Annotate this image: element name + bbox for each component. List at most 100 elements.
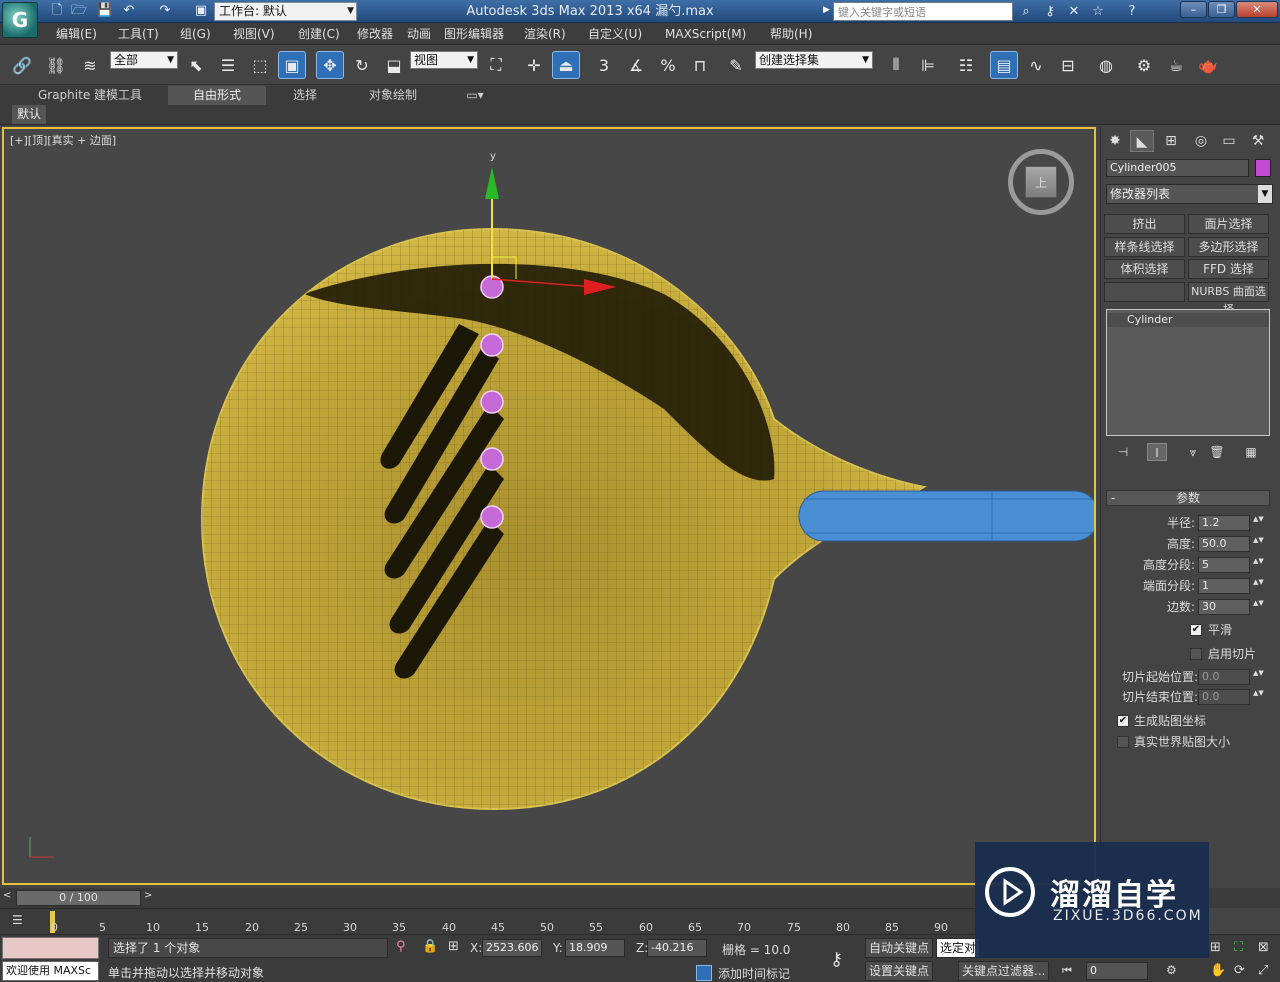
- pin-stack-icon[interactable]: ⊣: [1113, 443, 1133, 461]
- open-file-icon[interactable]: 🗁: [70, 3, 88, 19]
- viewport-top[interactable]: [+][顶][真实 + 边面] y 上: [2, 127, 1096, 885]
- schematic-view-icon[interactable]: ⊟: [1054, 51, 1082, 79]
- create-panel-icon[interactable]: ✸: [1103, 130, 1127, 152]
- real-world-checkbox[interactable]: [1117, 736, 1129, 748]
- utilities-panel-icon[interactable]: ⚒: [1246, 130, 1270, 152]
- show-end-result-icon[interactable]: I: [1147, 443, 1167, 461]
- motion-panel-icon[interactable]: ◎: [1189, 130, 1213, 152]
- project-folder-icon[interactable]: ▣: [192, 3, 210, 19]
- select-by-name-icon[interactable]: ☰: [214, 51, 242, 79]
- display-panel-icon[interactable]: ▭: [1217, 130, 1241, 152]
- ribbon-options-icon[interactable]: ▭▾: [460, 86, 490, 105]
- undo-icon[interactable]: ↶: [120, 3, 138, 19]
- modifier-list-dropdown[interactable]: 修改器列表 ▼: [1106, 184, 1273, 204]
- extrude-button[interactable]: 挤出: [1104, 214, 1185, 234]
- nurbs-select-button[interactable]: NURBS 曲面选择: [1188, 282, 1269, 316]
- window-crossing-icon[interactable]: ▣: [278, 51, 306, 79]
- keyboard-shortcut-icon[interactable]: ⏏: [552, 51, 580, 79]
- rect-selection-icon[interactable]: ⬚: [246, 51, 274, 79]
- time-config-icon[interactable]: ⚙: [1166, 963, 1177, 977]
- named-selection-dropdown[interactable]: 创建选择集 ▼: [755, 51, 873, 69]
- y-coord-field[interactable]: 18.909: [565, 939, 625, 957]
- menu-customize[interactable]: 自定义(U): [588, 23, 642, 45]
- save-file-icon[interactable]: 💾: [96, 3, 114, 19]
- mini-curve-icon[interactable]: ☰: [12, 913, 30, 929]
- new-file-icon[interactable]: 🗋: [48, 3, 66, 19]
- selection-filter-dropdown[interactable]: 全部 ▼: [110, 51, 178, 69]
- height-field[interactable]: 50.0: [1198, 536, 1250, 552]
- menu-edit[interactable]: 编辑(E): [56, 23, 97, 45]
- height-segs-spinner-icon[interactable]: ▲▼: [1253, 557, 1264, 573]
- orbit-icon[interactable]: ⟳: [1234, 963, 1245, 978]
- zoom-all-icon[interactable]: ⊞: [1210, 940, 1221, 955]
- render-setup-icon[interactable]: ⚙: [1130, 51, 1158, 79]
- maxscript-listener[interactable]: [2, 937, 99, 959]
- auto-key-button[interactable]: 自动关键点: [865, 938, 934, 958]
- tab-selection[interactable]: 选择: [270, 86, 340, 105]
- spinner-snap-icon[interactable]: ⊓: [686, 51, 714, 79]
- pivot-center-icon[interactable]: ⛶: [482, 51, 510, 79]
- viewcube[interactable]: 上: [1008, 149, 1074, 215]
- help-icon[interactable]: ?: [1122, 3, 1142, 20]
- params-rollout-header[interactable]: - 参数: [1106, 490, 1270, 506]
- current-frame-field[interactable]: 0: [1086, 962, 1148, 980]
- radius-field[interactable]: 1.2: [1198, 515, 1250, 531]
- menu-create[interactable]: 创建(C): [298, 23, 340, 45]
- mirror-icon[interactable]: ⫴: [882, 51, 910, 79]
- edit-named-sel-icon[interactable]: ✎: [722, 51, 750, 79]
- slice-from-field[interactable]: 0.0: [1198, 669, 1250, 685]
- hierarchy-panel-icon[interactable]: ⊞: [1159, 130, 1183, 152]
- vol-select-button[interactable]: 体积选择: [1104, 259, 1185, 279]
- ref-coord-dropdown[interactable]: 视图 ▼: [410, 51, 478, 69]
- close-button[interactable]: ✕: [1236, 1, 1278, 18]
- modify-panel-icon[interactable]: ◣: [1130, 130, 1154, 152]
- menu-modifiers[interactable]: 修改器: [357, 23, 393, 45]
- select-manipulate-icon[interactable]: ✛: [520, 51, 548, 79]
- ribbon-default-label[interactable]: 默认: [12, 105, 47, 124]
- time-tag-icon[interactable]: [696, 965, 712, 981]
- absolute-mode-icon[interactable]: ⊞: [448, 939, 459, 954]
- align-icon[interactable]: ⊫: [914, 51, 942, 79]
- sides-field[interactable]: 30: [1198, 599, 1250, 615]
- height-segs-field[interactable]: 5: [1198, 557, 1250, 573]
- time-slider[interactable]: 0 / 100: [16, 890, 141, 906]
- unlink-icon[interactable]: ⛓: [42, 51, 70, 79]
- remove-modifier-icon[interactable]: 🗑: [1207, 443, 1227, 461]
- key-mode-icon[interactable]: ⚷: [830, 949, 843, 970]
- star-icon[interactable]: ☆: [1088, 3, 1108, 20]
- binoculars-icon[interactable]: ⌕: [1016, 3, 1036, 20]
- empty-mod-button[interactable]: [1104, 282, 1185, 302]
- key-filters-button[interactable]: 关键点过滤器...: [958, 961, 1050, 981]
- rendered-frame-icon[interactable]: ☕: [1162, 51, 1190, 79]
- bind-space-warp-icon[interactable]: ≋: [76, 51, 104, 79]
- x-coord-field[interactable]: 2523.606: [482, 939, 542, 957]
- modifier-stack[interactable]: Cylinder: [1106, 309, 1270, 436]
- prev-frame-icon[interactable]: <: [3, 890, 11, 901]
- configure-sets-icon[interactable]: ▦: [1241, 443, 1261, 461]
- curve-editor-icon[interactable]: ∿: [1022, 51, 1050, 79]
- snap-3d-icon[interactable]: 3: [590, 51, 618, 79]
- z-coord-field[interactable]: -40.216: [647, 939, 707, 957]
- app-logo-icon[interactable]: G: [2, 2, 38, 38]
- angle-snap-icon[interactable]: ∡: [622, 51, 650, 79]
- menu-help[interactable]: 帮助(H): [770, 23, 812, 45]
- zoom-extents-all-icon[interactable]: ⊠: [1258, 940, 1269, 955]
- material-editor-icon[interactable]: ◍: [1092, 51, 1120, 79]
- add-time-tag[interactable]: 添加时间标记: [718, 965, 790, 982]
- menu-view[interactable]: 视图(V): [233, 23, 275, 45]
- menu-animation[interactable]: 动画: [407, 23, 431, 45]
- smooth-checkbox[interactable]: ✔: [1190, 624, 1202, 636]
- lock-selection-icon[interactable]: 🔒: [422, 939, 438, 954]
- restore-button[interactable]: ❐: [1208, 1, 1235, 18]
- spline-select-button[interactable]: 样条线选择: [1104, 237, 1185, 257]
- menu-tools[interactable]: 工具(T): [118, 23, 159, 45]
- workspace-dropdown[interactable]: 工作台: 默认 ▼: [214, 2, 357, 21]
- gen-map-checkbox[interactable]: ✔: [1117, 715, 1129, 727]
- isolate-icon[interactable]: ⚲: [396, 939, 406, 954]
- track-bar[interactable]: ☰ 0 5 10 15 20 25 30 35 40 45 50 55 60 6…: [0, 908, 1000, 934]
- sides-spinner-icon[interactable]: ▲▼: [1253, 599, 1264, 615]
- menu-maxscript[interactable]: MAXScript(M): [665, 23, 746, 45]
- make-unique-icon[interactable]: ⩔: [1183, 443, 1203, 461]
- menu-graph-editors[interactable]: 图形编辑器: [444, 23, 504, 45]
- object-color-swatch[interactable]: [1255, 159, 1271, 177]
